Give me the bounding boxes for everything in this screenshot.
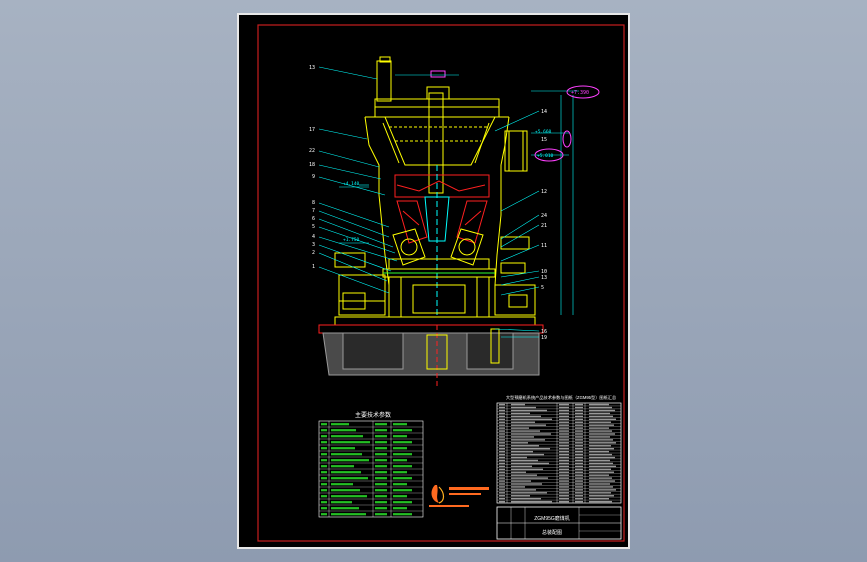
- drawing-sheet: +7.390 +5.660 +5.010 +4.140 +1.750 13 17 2…: [237, 13, 630, 549]
- title-block: ZGM95G磨煤机 总装配图: [496, 506, 622, 540]
- drawing-subname: 总装配图: [542, 529, 562, 536]
- part-number: 13: [309, 65, 315, 71]
- part-number: 24: [541, 213, 547, 219]
- company-logo: [429, 485, 489, 507]
- part-number: 7: [312, 208, 315, 214]
- part-number: 1: [312, 264, 315, 270]
- elev-top-label: +7.390: [571, 90, 589, 96]
- part-number: 22: [309, 148, 315, 154]
- part-number: 8: [312, 200, 315, 206]
- title-block-header: 大型预磨机系统产品技术参数与图纸（ZGM95型）图纸汇总: [506, 394, 616, 401]
- mill-assembly: [318, 56, 544, 387]
- top-marker: [430, 70, 446, 78]
- part-number: 13: [541, 275, 547, 281]
- elev-mid2-label: +5.010: [537, 153, 554, 159]
- part-number: 12: [541, 189, 547, 195]
- part-number: 19: [541, 335, 547, 341]
- part-number: 21: [541, 223, 547, 229]
- elev-left2-label: +1.750: [343, 237, 360, 243]
- tech-params-title: 主要技术参数: [355, 411, 391, 419]
- part-number: 5: [541, 285, 544, 291]
- part-number: 2: [312, 250, 315, 256]
- parts-list: 大型预磨机系统产品技术参数与图纸（ZGM95型）图纸汇总: [496, 394, 622, 504]
- part-number: 9: [312, 174, 315, 180]
- drawing-name: ZGM95G磨煤机: [534, 515, 570, 522]
- part-number: 5: [312, 224, 315, 230]
- part-number: 4: [312, 234, 315, 240]
- part-number: 11: [541, 243, 547, 249]
- tech-params-table: 主要技术参数: [318, 411, 424, 518]
- part-number: 15: [541, 137, 547, 143]
- part-number-labels: 13172218987654321141512242111101351619: [309, 65, 547, 341]
- part-number: 14: [541, 109, 547, 115]
- drawing-frame: [257, 24, 625, 542]
- part-number: 18: [309, 162, 315, 168]
- elev-mid1-label: +5.660: [535, 129, 552, 135]
- part-number: 3: [312, 242, 315, 248]
- part-number: 17: [309, 127, 315, 133]
- cad-drawing: +7.390 +5.660 +5.010 +4.140 +1.750 13172…: [257, 24, 625, 542]
- revision-clouds: [534, 85, 600, 162]
- part-number: 6: [312, 216, 315, 222]
- elevation-labels: +7.390: [571, 90, 589, 96]
- elev-left1-label: +4.140: [343, 181, 360, 187]
